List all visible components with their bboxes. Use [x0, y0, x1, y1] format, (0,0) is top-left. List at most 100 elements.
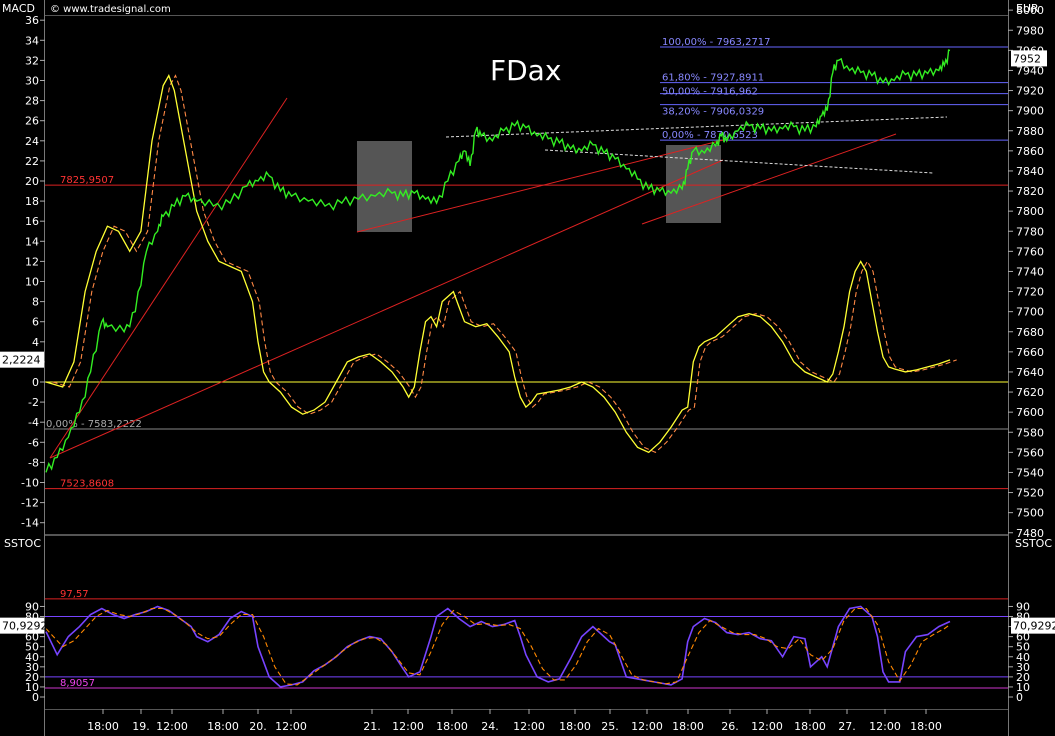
macd-line [45, 73, 951, 454]
macd-tick-label: 34 [25, 34, 39, 47]
macd-tick-label: 18 [25, 195, 39, 208]
macd-tick-label: -14 [21, 517, 39, 530]
time-tick-label: 26. [721, 720, 739, 733]
price-tick-label: 7840 [1016, 165, 1044, 178]
time-tick-label: 18:00 [87, 720, 119, 733]
price-tick-label: 7740 [1016, 265, 1044, 278]
time-tick-label: 12:00 [156, 720, 188, 733]
time-tick-label: 18:00 [559, 720, 591, 733]
macd-axis-title: MACD [2, 2, 35, 15]
time-tick-label: 27. [838, 720, 856, 733]
price-tick-label: 7680 [1016, 326, 1044, 339]
price-tick-label: 7600 [1016, 406, 1044, 419]
price-tick-label: 7520 [1016, 487, 1044, 500]
time-tick-label: 18:00 [207, 720, 239, 733]
macd-tick-label: 10 [25, 276, 39, 289]
watermark-text: © www.tradesignal.com [50, 4, 171, 15]
macd-tick-label: -12 [21, 497, 39, 510]
price-tick-label: 7540 [1016, 466, 1044, 479]
stochastic-level-label: 97,57 [60, 589, 89, 600]
current-price-badge: 7952 [1013, 52, 1041, 65]
price-tick-label: 7660 [1016, 346, 1044, 359]
price-tick-label: 7500 [1016, 507, 1044, 520]
stochastic-tick-label: 0 [1016, 691, 1023, 704]
macd-tick-label: 6 [32, 316, 39, 329]
price-tick-label: 7860 [1016, 145, 1044, 158]
time-tick-label: 12:00 [869, 720, 901, 733]
level-lines: 7825,9507 7523,8608 0,00% - 7583,2222 100,0… [45, 37, 1008, 689]
price-line [45, 49, 951, 473]
current-stochastic-badge-right: 70,9292 [1013, 620, 1055, 633]
time-tick-label: 12:00 [513, 720, 545, 733]
macd-tick-label: 22 [25, 155, 39, 168]
level-label: 0,00% - 7870,6523 [662, 130, 758, 141]
stochastic-signal-line [45, 607, 951, 686]
price-tick-label: 7780 [1016, 225, 1044, 238]
level-label: 61,80% - 7927,8911 [662, 73, 764, 84]
chart-stage: 7825,95077523,86080,00% - 7583,2222100,0… [0, 0, 1055, 736]
macd-tick-label: 26 [25, 115, 39, 128]
stochastic-axis-title-left: SSTOC [4, 537, 41, 550]
price-tick-label: 7720 [1016, 286, 1044, 299]
price-tick-label: 7760 [1016, 245, 1044, 258]
macd-tick-label: 24 [25, 135, 39, 148]
current-stochastic-badge: 70,9292 [2, 620, 48, 633]
time-tick-label: 12:00 [631, 720, 663, 733]
level-label: 7523,8608 [60, 479, 114, 490]
macd-tick-label: -8 [28, 456, 39, 469]
macd-tick-label: 0 [32, 376, 39, 389]
price-tick-label: 7640 [1016, 366, 1044, 379]
time-tick-label: 18:00 [436, 720, 468, 733]
current-macd-badge: 2,2224 [2, 354, 41, 367]
stochastic-panel [44, 535, 1009, 710]
price-tick-label: 7580 [1016, 426, 1044, 439]
macd-tick-label: 14 [25, 235, 39, 248]
time-tick-label: 21. [363, 720, 381, 733]
time-tick-label: 18:00 [910, 720, 942, 733]
price-tick-label: 7920 [1016, 85, 1044, 98]
level-label: 0,00% - 7583,2222 [46, 419, 142, 430]
time-tick-label: 12:00 [751, 720, 783, 733]
price-tick-label: 7700 [1016, 306, 1044, 319]
channel-line-dashed [544, 149, 934, 174]
level-label: 7825,9507 [60, 175, 114, 186]
level-label: 38,20% - 7906,0329 [662, 107, 764, 118]
trendline [49, 97, 288, 459]
macd-tick-label: -6 [28, 436, 39, 449]
macd-tick-label: 28 [25, 95, 39, 108]
price-tick-label: 7560 [1016, 446, 1044, 459]
time-tick-label: 20. [249, 720, 267, 733]
macd-tick-label: 12 [25, 255, 39, 268]
macd-signal-line [52, 74, 957, 454]
macd-tick-label: -2 [28, 396, 39, 409]
time-tick-label: 25. [601, 720, 619, 733]
stochastic-level-label: 8,9057 [60, 678, 95, 689]
time-tick-label: 12:00 [275, 720, 307, 733]
stochastic-line [45, 605, 951, 688]
stochastic-axis-title-right: SSTOC [1015, 537, 1052, 550]
price-tick-label: 7940 [1016, 64, 1044, 77]
macd-tick-label: -10 [21, 477, 39, 490]
price-tick-label: 7880 [1016, 125, 1044, 138]
macd-tick-label: 20 [25, 175, 39, 188]
time-tick-label: 12:00 [392, 720, 424, 733]
price-axis-title: EUR [1016, 2, 1039, 15]
macd-tick-label: -4 [28, 416, 39, 429]
macd-tick-label: 16 [25, 215, 39, 228]
price-tick-label: 7820 [1016, 185, 1044, 198]
trend-lines [49, 97, 948, 459]
level-label: 50,00% - 7916,962 [662, 87, 758, 98]
time-tick-label: 19. [132, 720, 150, 733]
series-layer [45, 49, 957, 688]
macd-tick-label: 30 [25, 75, 39, 88]
price-tick-label: 7900 [1016, 105, 1044, 118]
level-label: 100,00% - 7963,2717 [662, 37, 771, 48]
macd-tick-label: 36 [25, 14, 39, 27]
time-tick-label: 24. [481, 720, 499, 733]
chart-title: FDax [490, 54, 561, 87]
stochastic-tick-label: 0 [32, 691, 39, 704]
highlight-box [666, 145, 721, 223]
time-tick-label: 18:00 [794, 720, 826, 733]
price-tick-label: 7800 [1016, 205, 1044, 218]
macd-tick-label: 8 [32, 296, 39, 309]
